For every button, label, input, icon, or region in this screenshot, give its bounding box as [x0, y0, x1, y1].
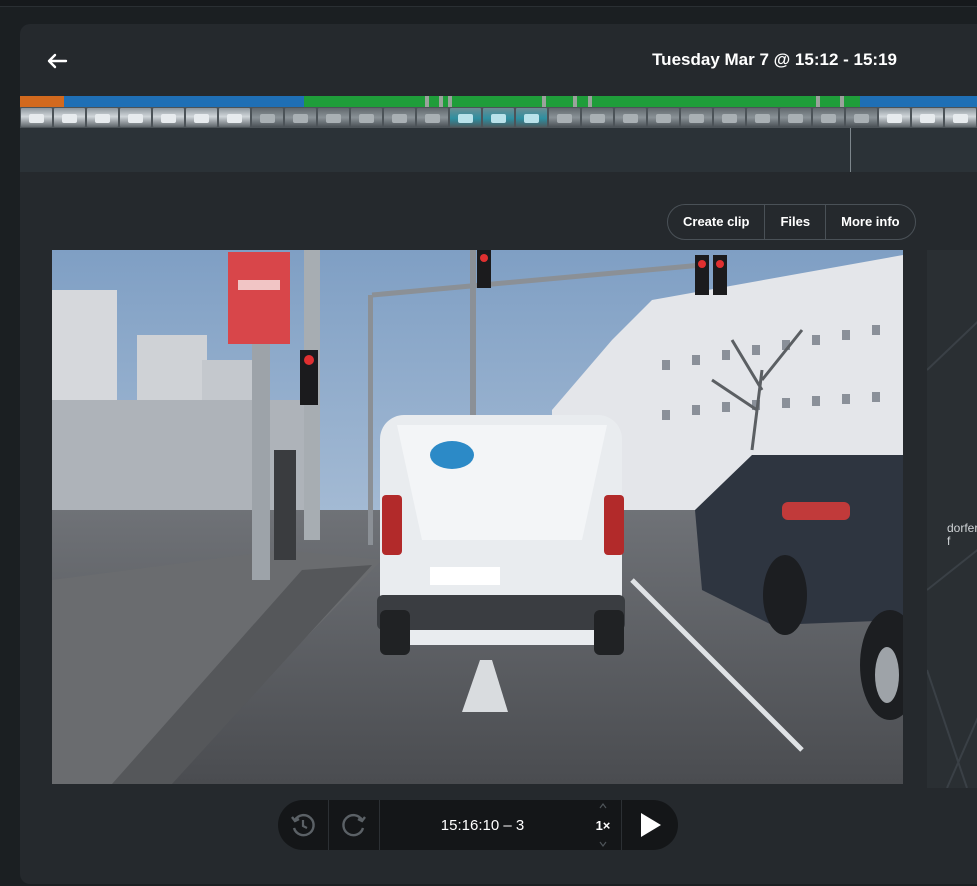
thumbnail-strip[interactable]	[20, 107, 977, 128]
thumbnail	[615, 108, 646, 127]
segment-marker	[542, 96, 546, 107]
thumbnail	[681, 108, 712, 127]
thumbnail	[516, 108, 547, 127]
forward-icon	[342, 813, 366, 837]
segment-marker	[448, 96, 452, 107]
play-icon	[641, 813, 661, 837]
thumbnail	[549, 108, 580, 127]
thumbnail	[186, 108, 217, 127]
action-button-group: Create clip Files More info	[667, 204, 916, 240]
timeline-playhead[interactable]	[850, 128, 851, 172]
thumbnail	[648, 108, 679, 127]
segment-marker	[816, 96, 820, 107]
thumbnail	[912, 108, 943, 127]
speed-selector[interactable]: 1×	[585, 800, 621, 850]
segment-engaged-orange[interactable]	[20, 96, 64, 107]
forward-button[interactable]	[329, 800, 379, 850]
rewind-icon	[291, 813, 315, 837]
thumbnail	[747, 108, 778, 127]
more-info-button[interactable]: More info	[825, 205, 915, 239]
thumbnail	[54, 108, 85, 127]
segment-blue-1[interactable]	[64, 96, 304, 107]
route-panel: Tuesday Mar 7 @ 15:12 - 15:19 Create cli…	[20, 24, 977, 884]
play-button[interactable]	[622, 800, 678, 850]
segment-blue-2[interactable]	[860, 96, 977, 107]
thumbnail	[846, 108, 877, 127]
map-roads	[927, 321, 977, 788]
speed-label: 1×	[595, 817, 611, 833]
thumbnail	[252, 108, 283, 127]
thumbnail	[219, 108, 250, 127]
thumbnail	[813, 108, 844, 127]
thumbnail	[318, 108, 349, 127]
segment-marker	[588, 96, 592, 107]
thumbnail	[87, 108, 118, 127]
arrow-left-icon	[47, 53, 68, 69]
thumbnail	[879, 108, 910, 127]
thumbnail	[714, 108, 745, 127]
map-street-label: dorfer	[947, 521, 977, 535]
chevron-down-icon[interactable]	[599, 841, 607, 847]
segment-marker	[439, 96, 443, 107]
map-panel[interactable]: dorfer f	[927, 250, 977, 788]
thumbnail	[384, 108, 415, 127]
thumbnail	[120, 108, 151, 127]
top-divider	[0, 0, 977, 7]
thumbnail	[780, 108, 811, 127]
chevron-up-icon[interactable]	[599, 803, 607, 809]
thumbnail	[153, 108, 184, 127]
thumbnail	[21, 108, 52, 127]
playback-controls: 15:16:10 – 3 1×	[278, 800, 678, 850]
thumbnail	[483, 108, 514, 127]
segment-marker	[840, 96, 844, 107]
dashcam-video[interactable]	[52, 250, 903, 784]
back-button[interactable]	[42, 46, 72, 76]
video-frame	[52, 250, 903, 784]
segment-marker	[425, 96, 429, 107]
playback-time: 15:16:10 – 3	[440, 816, 525, 834]
rewind-button[interactable]	[278, 800, 328, 850]
timeline-segments[interactable]	[20, 96, 977, 107]
thumbnail	[945, 108, 976, 127]
thumbnail	[450, 108, 481, 127]
thumbnail	[351, 108, 382, 127]
segment-marker	[573, 96, 577, 107]
map-street-label: f	[947, 534, 951, 548]
thumbnail	[285, 108, 316, 127]
thumbnail	[417, 108, 448, 127]
files-button[interactable]: Files	[764, 205, 825, 239]
page-title: Tuesday Mar 7 @ 15:12 - 15:19	[652, 50, 897, 69]
segment-green[interactable]	[304, 96, 860, 107]
thumbnail	[582, 108, 613, 127]
timeline[interactable]	[20, 96, 977, 172]
create-clip-button[interactable]: Create clip	[668, 205, 764, 239]
